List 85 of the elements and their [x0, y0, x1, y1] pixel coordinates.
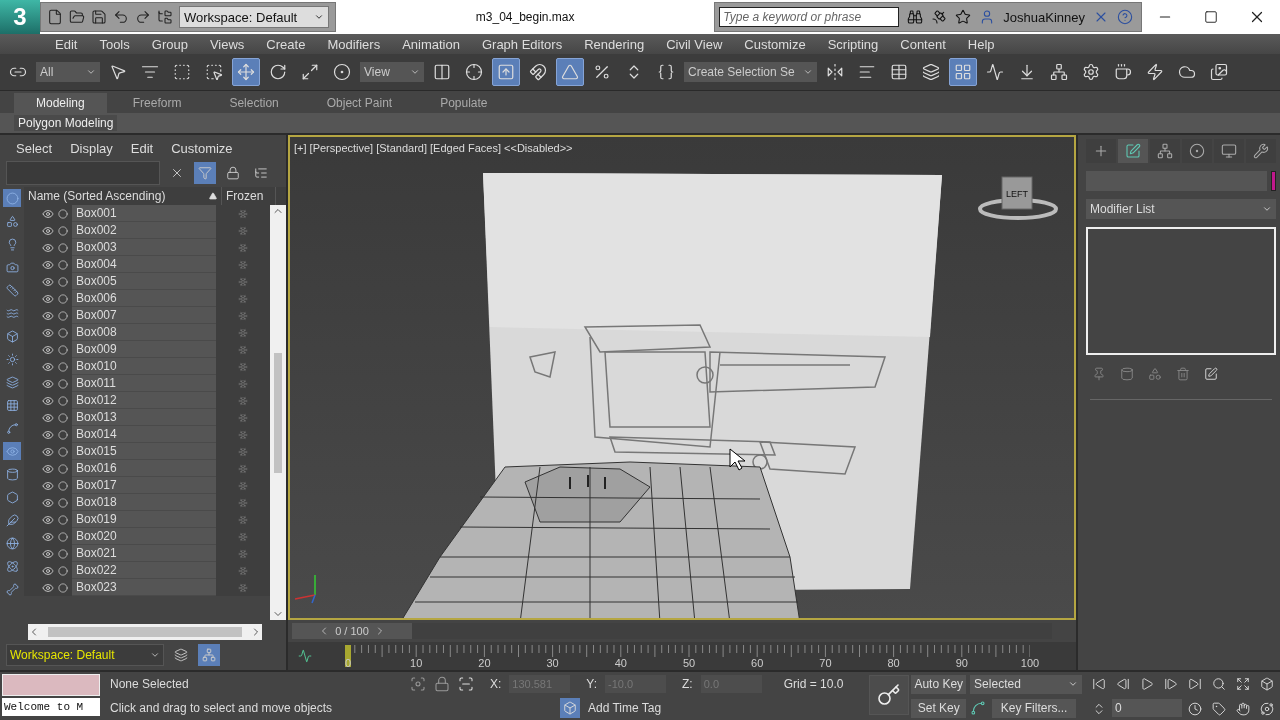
ribbon-tab[interactable]: Populate [418, 93, 510, 113]
perspective-viewport[interactable]: LEFT [+] [Perspective] [Standard] [Edged Faces] <<Disabled>> [288, 135, 1076, 620]
key-mode-dropdown[interactable]: Selected [970, 674, 1083, 694]
app-logo[interactable]: 3 [0, 0, 40, 34]
add-time-tag-button[interactable]: Add Time Tag [410, 697, 662, 718]
object-name[interactable]: Box023 [72, 579, 216, 596]
object-name[interactable]: Box009 [72, 341, 216, 358]
frame-number: 40 [614, 657, 627, 669]
selection-status: None Selected [110, 677, 190, 691]
viewport-label[interactable]: [+] [Perspective] [Standard] [Edged Faces] <<Disabled>> [294, 142, 573, 154]
object-name[interactable]: Box006 [72, 290, 216, 307]
workspace-dropdown[interactable]: Workspace: Default [179, 6, 329, 28]
menu-item[interactable]: Edit [55, 36, 90, 52]
prompt-text: Click and drag to select and move objects [110, 701, 334, 715]
object-name[interactable]: Box005 [72, 273, 216, 290]
workspace-dropdown[interactable]: Workspace: Default [6, 644, 164, 666]
frame-number: 20 [478, 657, 491, 669]
frame-number: 50 [682, 657, 696, 669]
menu-item[interactable]: Rendering [584, 36, 657, 52]
menu-item[interactable]: Graph Editors [481, 36, 575, 52]
set-key-button[interactable]: Set Key [911, 698, 967, 718]
ribbon-panel-label[interactable]: Polygon Modeling [14, 115, 118, 131]
menu-item[interactable]: Views [209, 36, 257, 52]
object-name[interactable]: Box010 [72, 358, 216, 375]
explorer-menu-item[interactable]: Customize [171, 141, 233, 156]
menu-item[interactable]: Create [266, 36, 318, 52]
menu-item[interactable]: Customize [744, 36, 818, 52]
object-name[interactable]: Box017 [72, 477, 216, 494]
explorer-menu-item[interactable]: Display [70, 141, 113, 156]
object-name[interactable]: Box020 [72, 528, 216, 545]
menu-item[interactable]: Animation [402, 36, 472, 52]
toolbar-dropdown[interactable]: View [360, 62, 424, 82]
frame-number: 80 [887, 657, 900, 669]
coordinate-label: Z: [682, 676, 693, 691]
coordinate-label: X: [490, 676, 502, 691]
window-title: m3_04_begin.max [474, 10, 576, 24]
object-name[interactable]: Box011 [72, 375, 216, 392]
object-name[interactable]: Box003 [72, 239, 216, 256]
object-name[interactable]: Box018 [72, 494, 216, 511]
menu-item[interactable]: Help [967, 36, 1007, 52]
grid-size: Grid = 10.0 [783, 676, 844, 691]
toolbar-dropdown[interactable]: Create Selection Se [684, 62, 817, 82]
ribbon-tab[interactable]: Object Paint [304, 93, 415, 113]
object-name[interactable]: Box022 [72, 562, 216, 579]
search-field[interactable]: Type a keyword or phrase [719, 7, 900, 27]
object-name[interactable]: Box013 [72, 409, 216, 426]
object-name[interactable]: Box015 [72, 443, 216, 460]
object-name[interactable]: Box014 [72, 426, 216, 443]
object-name[interactable]: Box004 [72, 256, 216, 273]
ribbon-tab[interactable]: Freeform [110, 93, 204, 113]
menu-item[interactable]: Modifiers [327, 36, 393, 52]
current-frame-field[interactable]: 0 [1112, 698, 1183, 717]
frame-number: 10 [410, 657, 423, 669]
menu-item[interactable]: Scripting [827, 36, 891, 52]
user-name[interactable]: JoshuaKinney [1003, 9, 1085, 25]
ribbon-tab[interactable]: Selection [207, 93, 301, 113]
explorer-menu-item[interactable]: Select [16, 141, 53, 156]
script-output[interactable]: Welcome to M [2, 698, 100, 716]
frame-number: 60 [751, 657, 764, 669]
modifier-list-dropdown[interactable]: Modifier List [1086, 199, 1276, 219]
object-name[interactable]: Box007 [72, 307, 216, 324]
auto-key-button[interactable]: Auto Key [911, 674, 967, 694]
object-name[interactable]: Box008 [72, 324, 216, 341]
menu-item[interactable]: Civil View [666, 36, 735, 52]
frame-number: 30 [546, 657, 559, 669]
object-name[interactable]: Box012 [72, 392, 216, 409]
key-filters-button[interactable]: Key Filters... [992, 698, 1077, 718]
object-name[interactable]: Box021 [72, 545, 216, 562]
menu-item[interactable]: Tools [99, 36, 142, 52]
menu-item[interactable]: Group [151, 36, 200, 52]
toolbar-dropdown[interactable]: All [36, 62, 100, 82]
frame-number: 90 [955, 657, 968, 669]
object-name[interactable]: Box019 [72, 511, 216, 528]
frame-number: 100 [1020, 657, 1040, 669]
explorer-menu-item[interactable]: Edit [130, 141, 154, 156]
frame-number: 70 [819, 657, 832, 669]
object-name[interactable]: Box016 [72, 460, 216, 477]
menu-item[interactable]: Content [900, 36, 958, 52]
object-name[interactable]: Box002 [72, 222, 216, 239]
coordinate-label: Y: [586, 676, 598, 691]
object-name[interactable]: Box001 [72, 205, 216, 222]
frame-number: 0 [344, 657, 352, 669]
frame-counter[interactable]: 0 / 100 [292, 623, 412, 639]
ribbon-tab[interactable]: Modeling [14, 93, 107, 113]
timeline-track[interactable]: 0 / 100 [292, 623, 1052, 639]
